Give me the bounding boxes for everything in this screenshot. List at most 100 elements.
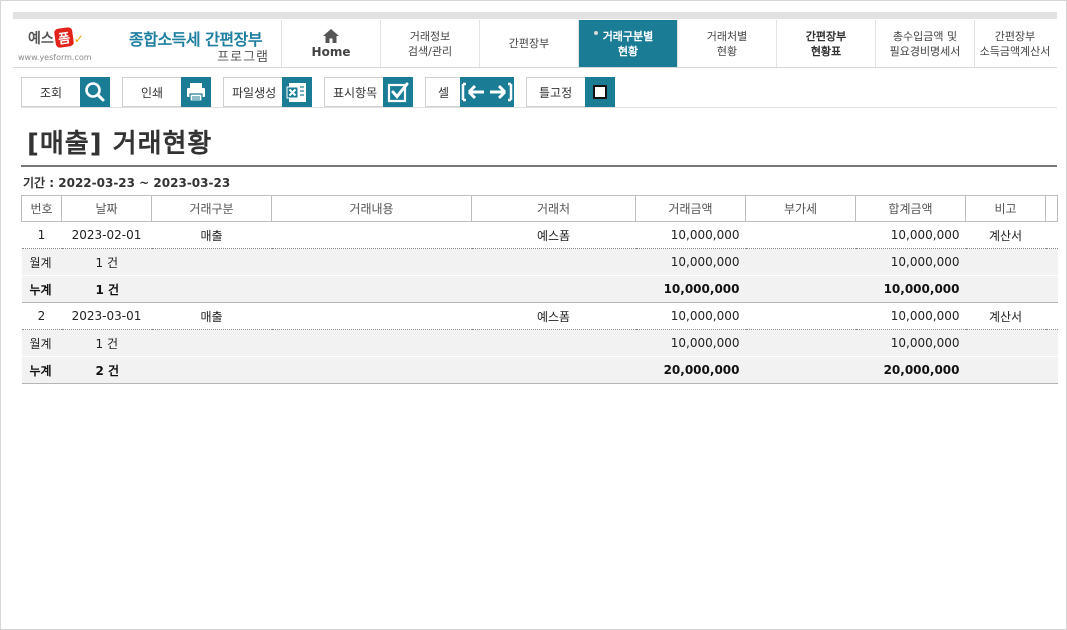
column-header[interactable]: 거래구분 (151, 195, 272, 222)
tab-label-line2: 검색/관리 (407, 44, 453, 58)
cumulative-total-row: 누계 1 건 10,000,000 10,000,000 (21, 275, 1058, 303)
cumulative-count: 2 건 (61, 356, 152, 384)
cell-date[interactable]: 2023-02-01 (61, 221, 152, 249)
period-text: 기간 : 2022-03-23 ~ 2023-03-23 (23, 174, 230, 191)
column-header[interactable]: 번호 (21, 195, 62, 222)
freeze-checkbox-icon[interactable] (585, 77, 615, 107)
page-title: [매출] 거래현황 (27, 129, 213, 159)
logo-badge: 폼 (53, 26, 74, 49)
table-row[interactable]: 2 2023-03-01 매출 예스폼 10,000,000 10,000,00… (21, 302, 1058, 330)
tab-transaction-search[interactable]: 거래정보 검색/관리 (381, 20, 480, 67)
cell-content[interactable] (271, 302, 472, 330)
freeze-panes-button-label: 틀고정 (539, 85, 573, 100)
search-button-label: 조회 (40, 85, 63, 100)
cell-total[interactable]: 10,000,000 (855, 221, 966, 249)
tab-home[interactable]: Home (282, 20, 381, 67)
toolbar-divider (21, 107, 1057, 108)
display-items-button[interactable]: 표시항목 (324, 77, 413, 107)
table-row[interactable]: 1 2023-02-01 매출 예스폼 10,000,000 10,000,00… (21, 221, 1058, 249)
active-dot-icon (594, 31, 598, 35)
cell-total[interactable]: 10,000,000 (855, 302, 966, 330)
cumulative-amount: 20,000,000 (635, 356, 746, 384)
table-header-row: 번호 날짜 거래구분 거래내용 거래처 거래금액 부가세 합계금액 비고 (21, 195, 1058, 222)
period-value: 2022-03-23 ~ 2023-03-23 (58, 176, 231, 190)
tab-by-transaction-type[interactable]: 거래구분별 현황 (579, 20, 678, 67)
tab-label-line1: 거래구분별 (602, 29, 654, 43)
checkbox-checked-icon (383, 77, 413, 107)
subtotal-count: 1 건 (61, 329, 152, 357)
tab-label-line2: 현황 (716, 44, 738, 58)
cell-arrows-icon (460, 77, 514, 107)
cell-date[interactable]: 2023-03-01 (61, 302, 152, 330)
column-header[interactable]: 거래내용 (271, 195, 472, 222)
subtotal-label: 월계 (21, 248, 62, 276)
monthly-subtotal-row: 월계 1 건 10,000,000 10,000,000 (21, 329, 1058, 357)
tab-label-line1: 간편장부 (805, 29, 847, 43)
cell-type[interactable]: 매출 (151, 221, 272, 249)
cell-vat[interactable] (745, 221, 856, 249)
home-icon (323, 28, 339, 43)
logo-swoosh-icon: ✓ (73, 32, 84, 46)
column-header[interactable]: 부가세 (745, 195, 856, 222)
create-file-button[interactable]: 파일생성 (223, 77, 312, 107)
cell-no[interactable]: 2 (21, 302, 62, 330)
monthly-subtotal-row: 월계 1 건 10,000,000 10,000,000 (21, 248, 1058, 276)
column-header[interactable]: 합계금액 (855, 195, 966, 222)
printer-icon (181, 77, 211, 107)
tab-label-line1: 총수입금액 및 (892, 29, 958, 43)
app-window: 예스 폼 ✓ www.yesform.com 종합소득세 간편장부 프로그램 Hom… (0, 0, 1067, 630)
print-button[interactable]: 인쇄 (122, 77, 211, 107)
cell-note[interactable]: 계산서 (965, 221, 1046, 249)
cell-content[interactable] (271, 221, 472, 249)
tab-label-line2: 현황표 (810, 44, 842, 58)
toolbar: 조회 인쇄 파일생성 표시항목 셀 틀고정 (21, 77, 1057, 107)
yesform-logo[interactable]: 예스 폼 ✓ (28, 26, 84, 49)
search-button[interactable]: 조회 (21, 77, 110, 107)
freeze-panes-button[interactable]: 틀고정 (526, 77, 615, 107)
tab-label-line2: 소득금액계산서 (979, 44, 1051, 58)
cell-filler (1045, 302, 1058, 330)
cell-amount[interactable]: 10,000,000 (635, 302, 746, 330)
subtotal-count: 1 건 (61, 248, 152, 276)
cumulative-label: 누계 (21, 356, 62, 384)
cell-note[interactable]: 계산서 (965, 302, 1046, 330)
cumulative-count: 1 건 (61, 275, 152, 303)
subtotal-total: 10,000,000 (855, 248, 966, 276)
cell-navigation-button[interactable]: 셀 (425, 77, 514, 107)
transaction-table: 번호 날짜 거래구분 거래내용 거래처 거래금액 부가세 합계금액 비고 1 2… (21, 195, 1058, 384)
cell-type[interactable]: 매출 (151, 302, 272, 330)
create-file-button-label: 파일생성 (232, 85, 277, 100)
cell-partner[interactable]: 예스폼 (471, 302, 636, 330)
cell-no[interactable]: 1 (21, 221, 62, 249)
cell-button-label: 셀 (438, 85, 450, 100)
cumulative-total: 20,000,000 (855, 356, 966, 384)
program-subtitle: 프로그램 (217, 50, 269, 65)
cumulative-total: 10,000,000 (855, 275, 966, 303)
subtotal-label: 월계 (21, 329, 62, 357)
subtotal-total: 10,000,000 (855, 329, 966, 357)
column-header-filler (1045, 195, 1058, 222)
tab-label-line1: 거래처별 (706, 29, 748, 43)
search-icon (80, 77, 110, 107)
tab-income-calculation[interactable]: 간편장부 소득금액계산서 (975, 20, 1055, 67)
tab-label-line1: 거래정보 (409, 29, 451, 43)
cumulative-amount: 10,000,000 (635, 275, 746, 303)
tab-revenue-expense-statement[interactable]: 총수입금액 및 필요경비명세서 (876, 20, 975, 67)
cumulative-total-row: 누계 2 건 20,000,000 20,000,000 (21, 356, 1058, 384)
cell-amount[interactable]: 10,000,000 (635, 221, 746, 249)
tab-simple-ledger[interactable]: 간편장부 (480, 20, 579, 67)
tab-label-line1: 간편장부 (994, 29, 1036, 43)
column-header[interactable]: 날짜 (61, 195, 152, 222)
column-header[interactable]: 거래금액 (635, 195, 746, 222)
tab-label-line2: 필요경비명세서 (889, 44, 961, 58)
cell-partner[interactable]: 예스폼 (471, 221, 636, 249)
top-strip (13, 12, 1057, 19)
cell-vat[interactable] (745, 302, 856, 330)
logo-url: www.yesform.com (18, 53, 92, 62)
tab-ledger-status[interactable]: 간편장부 현황표 (777, 20, 876, 67)
column-header[interactable]: 거래처 (471, 195, 636, 222)
column-header[interactable]: 비고 (965, 195, 1046, 222)
cumulative-label: 누계 (21, 275, 62, 303)
display-items-button-label: 표시항목 (333, 85, 378, 100)
tab-by-partner[interactable]: 거래처별 현황 (678, 20, 777, 67)
